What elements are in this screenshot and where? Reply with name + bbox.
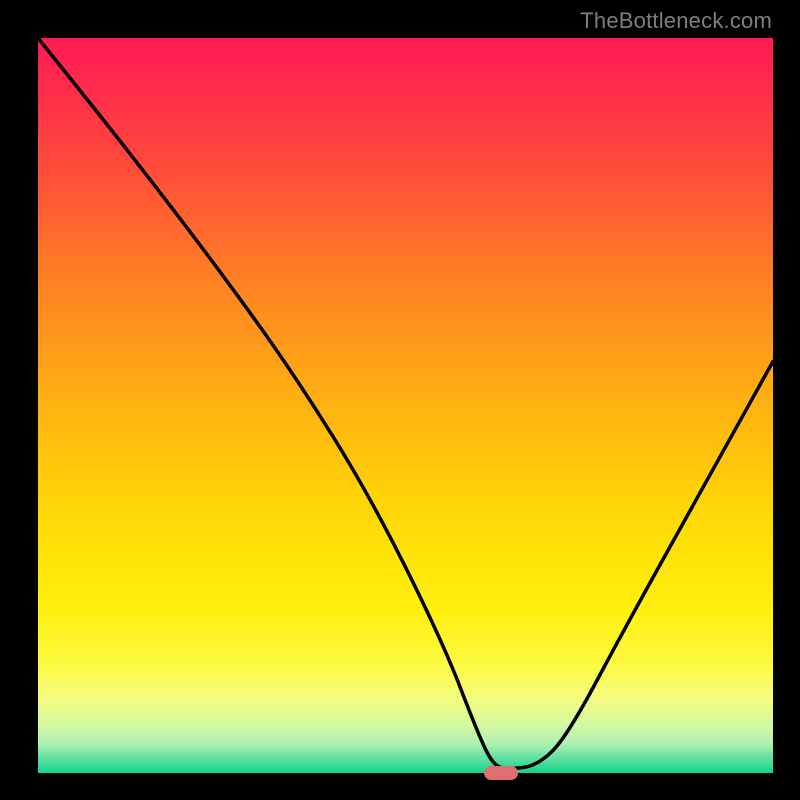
bottleneck-curve — [38, 38, 773, 768]
curve-svg — [38, 38, 773, 773]
attribution-label: TheBottleneck.com — [580, 8, 772, 34]
chart-container: TheBottleneck.com — [0, 0, 800, 800]
optimal-marker — [484, 766, 518, 780]
plot-area — [38, 38, 773, 773]
